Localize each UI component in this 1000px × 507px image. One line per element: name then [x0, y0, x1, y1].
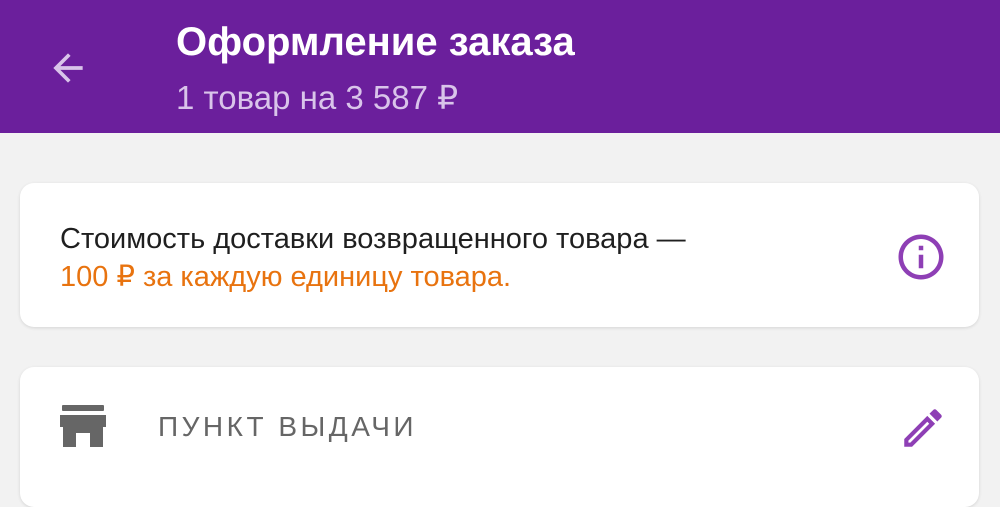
pickup-section-label: ПУНКТ ВЫДАЧИ [158, 411, 418, 442]
app-bar: Оформление заказа 1 товар на 3 587 ₽ [0, 0, 1000, 133]
info-text: Стоимость доставки возвращенного товара … [60, 220, 686, 296]
info-button[interactable] [894, 230, 948, 284]
return-delivery-info-card: Стоимость доставки возвращенного товара … [20, 183, 979, 327]
info-text-line-2: 100 ₽ за каждую единицу товара. [60, 261, 512, 293]
page-title: Оформление заказа [176, 20, 575, 64]
pencil-icon [904, 409, 942, 447]
info-icon [898, 234, 944, 280]
order-summary: 1 товар на 3 587 ₽ [176, 79, 459, 116]
store-icon [60, 405, 106, 447]
back-button[interactable] [38, 38, 98, 98]
info-text-line-1: Стоимость доставки возвращенного товара … [60, 223, 686, 255]
edit-pickup-button[interactable] [896, 401, 950, 455]
arrow-left-icon [53, 53, 83, 83]
pickup-point-card: ПУНКТ ВЫДАЧИ [20, 367, 979, 507]
